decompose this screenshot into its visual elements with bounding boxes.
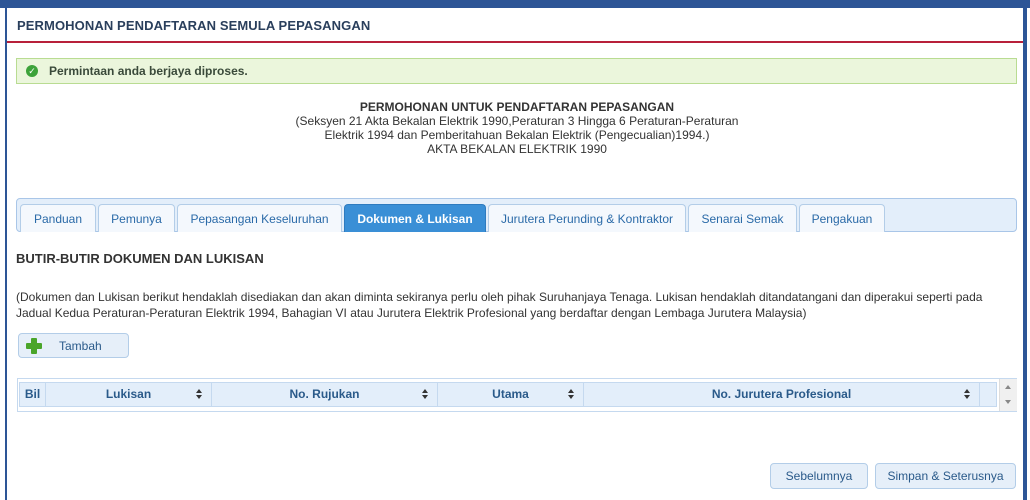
tab-pengakuan[interactable]: Pengakuan [799,204,885,232]
add-button-label: Tambah [59,338,102,353]
column-header-no-jurutera-profesional[interactable]: No. Jurutera Profesional [584,383,980,406]
table-header: Bil Lukisan No. Rujukan Utama No. Jurute… [19,382,997,407]
form-header-line: AKTA BEKALAN ELEKTRIK 1990 [427,142,607,156]
scroll-up-icon[interactable] [1005,385,1011,389]
column-header-no-rujukan[interactable]: No. Rujukan [212,383,438,406]
plus-icon [26,337,42,354]
top-frame-bar [0,0,1030,8]
frame-left-border [5,8,7,500]
documents-table: Bil Lukisan No. Rujukan Utama No. Jurute… [17,378,1017,412]
tab-jurutera-perunding-kontraktor[interactable]: Jurutera Perunding & Kontraktor [488,204,686,232]
form-header-line: Elektrik 1994 dan Pemberitahuan Bekalan … [324,128,710,142]
frame-right-border [1023,8,1027,500]
tab-senarai-semak[interactable]: Senarai Semak [688,204,797,232]
add-button[interactable]: Tambah [18,333,129,358]
previous-button[interactable]: Sebelumnya [770,463,868,489]
tab-pepasangan-keseluruhan[interactable]: Pepasangan Keseluruhan [177,204,342,232]
sort-icon [568,389,575,400]
tab-pemunya[interactable]: Pemunya [98,204,175,232]
column-header-utama[interactable]: Utama [438,383,584,406]
title-divider [7,41,1023,43]
section-title: BUTIR-BUTIR DOKUMEN DAN LUKISAN [16,251,264,266]
column-header-bil[interactable]: Bil [20,383,46,406]
column-header-lukisan[interactable]: Lukisan [46,383,212,406]
sort-icon [196,389,203,400]
tab-bar: Panduan Pemunya Pepasangan Keseluruhan D… [16,198,1017,232]
tab-dokumen-lukisan[interactable]: Dokumen & Lukisan [344,204,486,232]
form-header-title: PERMOHONAN UNTUK PENDAFTARAN PEPASANGAN [359,100,675,114]
save-and-next-button[interactable]: Simpan & Seterusnya [875,463,1016,489]
scroll-down-icon[interactable] [1005,400,1011,404]
page-title: PERMOHONAN PENDAFTARAN SEMULA PEPASANGAN [17,18,371,33]
check-circle-icon: ✓ [26,65,38,77]
success-message: Permintaan anda berjaya diproses. [49,64,248,78]
section-description: (Dokumen dan Lukisan berikut hendaklah d… [16,290,983,320]
sort-icon [964,389,971,400]
form-header: PERMOHONAN UNTUK PENDAFTARAN PEPASANGAN … [0,100,1030,156]
sort-icon [422,389,429,400]
table-scrollbar[interactable] [999,379,1017,411]
tab-panduan[interactable]: Panduan [20,204,96,232]
form-header-line: (Seksyen 21 Akta Bekalan Elektrik 1990,P… [295,114,739,128]
success-alert: ✓ Permintaan anda berjaya diproses. [16,58,1017,84]
